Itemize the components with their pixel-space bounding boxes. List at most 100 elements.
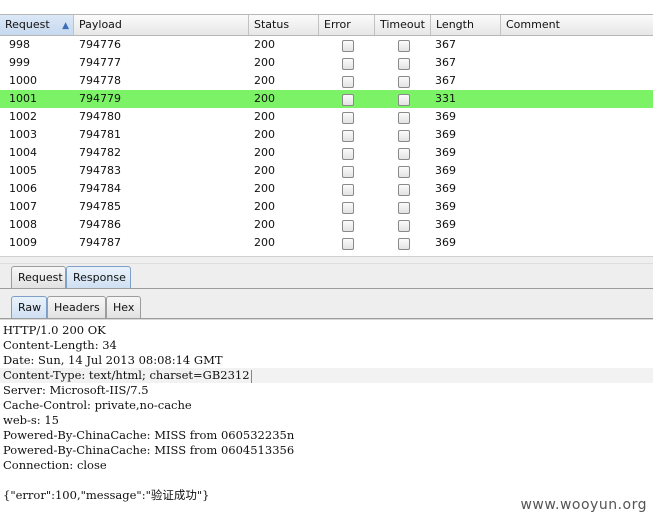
error-checkbox[interactable] bbox=[342, 220, 354, 232]
response-line: Server: Microsoft-IIS/7.5 bbox=[3, 383, 149, 397]
response-line: Date: Sun, 14 Jul 2013 08:08:14 GMT bbox=[3, 353, 223, 367]
cell-length: 369 bbox=[435, 200, 456, 213]
tab-hex[interactable]: Hex bbox=[106, 296, 141, 318]
column-header-request[interactable]: Request ▲ bbox=[0, 15, 74, 35]
pane-splitter[interactable] bbox=[0, 256, 653, 264]
column-header-status[interactable]: Status bbox=[249, 15, 319, 35]
tab-raw[interactable]: Raw bbox=[11, 296, 47, 318]
cell-status: 200 bbox=[254, 128, 275, 141]
column-header-payload[interactable]: Payload bbox=[74, 15, 249, 35]
cell-request: 1006 bbox=[9, 182, 37, 195]
timeout-checkbox[interactable] bbox=[398, 130, 410, 142]
error-checkbox[interactable] bbox=[342, 94, 354, 106]
column-header-timeout[interactable]: Timeout bbox=[375, 15, 431, 35]
timeout-checkbox[interactable] bbox=[398, 202, 410, 214]
table-row[interactable]: 1005 794783 200 369 bbox=[0, 162, 653, 180]
results-table[interactable]: Request ▲ Payload Status Error Timeout L… bbox=[0, 14, 653, 256]
cell-status: 200 bbox=[254, 236, 275, 249]
cell-length: 369 bbox=[435, 182, 456, 195]
tab-headers[interactable]: Headers bbox=[47, 296, 106, 318]
table-row[interactable]: 999 794777 200 367 bbox=[0, 54, 653, 72]
error-checkbox[interactable] bbox=[342, 112, 354, 124]
cell-status: 200 bbox=[254, 164, 275, 177]
cell-status: 200 bbox=[254, 146, 275, 159]
response-line: Powered-By-ChinaCache: MISS from 0605322… bbox=[3, 428, 295, 442]
cell-status: 200 bbox=[254, 38, 275, 51]
cell-request: 1009 bbox=[9, 236, 37, 249]
timeout-checkbox[interactable] bbox=[398, 40, 410, 52]
table-row[interactable]: 1002 794780 200 369 bbox=[0, 108, 653, 126]
cell-status: 200 bbox=[254, 92, 275, 105]
error-checkbox[interactable] bbox=[342, 238, 354, 250]
cell-length: 367 bbox=[435, 74, 456, 87]
table-row[interactable]: 1000 794778 200 367 bbox=[0, 72, 653, 90]
cell-payload: 794782 bbox=[79, 146, 121, 159]
cell-payload: 794779 bbox=[79, 92, 121, 105]
tab-request[interactable]: Request bbox=[11, 266, 66, 288]
error-checkbox[interactable] bbox=[342, 202, 354, 214]
cell-payload: 794786 bbox=[79, 218, 121, 231]
timeout-checkbox[interactable] bbox=[398, 148, 410, 160]
view-tabs: Raw Headers Hex bbox=[0, 293, 653, 319]
timeout-checkbox[interactable] bbox=[398, 166, 410, 178]
timeout-checkbox[interactable] bbox=[398, 238, 410, 250]
error-checkbox[interactable] bbox=[342, 40, 354, 52]
table-row-highlighted[interactable]: 1001 794779 200 331 bbox=[0, 90, 653, 108]
table-row[interactable]: 1006 794784 200 369 bbox=[0, 180, 653, 198]
table-body: 998 794776 200 367 999 794777 200 367 1000 794778… bbox=[0, 36, 653, 252]
response-line: web-s: 15 bbox=[3, 413, 59, 427]
watermark: www.wooyun.org bbox=[520, 497, 647, 513]
error-checkbox[interactable] bbox=[342, 166, 354, 178]
cell-payload: 794780 bbox=[79, 110, 121, 123]
cell-length: 367 bbox=[435, 56, 456, 69]
table-row[interactable]: 1007 794785 200 369 bbox=[0, 198, 653, 216]
cell-length: 331 bbox=[435, 92, 456, 105]
cell-status: 200 bbox=[254, 56, 275, 69]
tab-response[interactable]: Response bbox=[66, 266, 131, 288]
top-toolbar-strip bbox=[0, 0, 653, 15]
cell-payload: 794784 bbox=[79, 182, 121, 195]
timeout-checkbox[interactable] bbox=[398, 76, 410, 88]
cell-status: 200 bbox=[254, 74, 275, 87]
cell-request: 1008 bbox=[9, 218, 37, 231]
error-checkbox[interactable] bbox=[342, 148, 354, 160]
cell-request: 1002 bbox=[9, 110, 37, 123]
error-checkbox[interactable] bbox=[342, 76, 354, 88]
cell-request: 999 bbox=[9, 56, 30, 69]
timeout-checkbox[interactable] bbox=[398, 184, 410, 196]
cell-status: 200 bbox=[254, 218, 275, 231]
cell-status: 200 bbox=[254, 110, 275, 123]
timeout-checkbox[interactable] bbox=[398, 94, 410, 106]
table-row[interactable]: 1008 794786 200 369 bbox=[0, 216, 653, 234]
cell-length: 369 bbox=[435, 128, 456, 141]
error-checkbox[interactable] bbox=[342, 184, 354, 196]
column-header-comment[interactable]: Comment bbox=[501, 15, 653, 35]
message-tabs: Request Response bbox=[0, 264, 653, 289]
cell-payload: 794777 bbox=[79, 56, 121, 69]
timeout-checkbox[interactable] bbox=[398, 220, 410, 232]
timeout-checkbox[interactable] bbox=[398, 112, 410, 124]
column-header-error[interactable]: Error bbox=[319, 15, 375, 35]
response-raw-editor[interactable]: HTTP/1.0 200 OK Content-Length: 34 Date:… bbox=[0, 319, 653, 515]
cell-request: 1005 bbox=[9, 164, 37, 177]
cell-request: 1004 bbox=[9, 146, 37, 159]
timeout-checkbox[interactable] bbox=[398, 58, 410, 70]
cell-payload: 794781 bbox=[79, 128, 121, 141]
error-checkbox[interactable] bbox=[342, 58, 354, 70]
column-header-length[interactable]: Length bbox=[431, 15, 501, 35]
response-line: Connection: close bbox=[3, 458, 107, 472]
cell-length: 369 bbox=[435, 146, 456, 159]
error-checkbox[interactable] bbox=[342, 130, 354, 142]
table-header: Request ▲ Payload Status Error Timeout L… bbox=[0, 14, 653, 36]
table-row[interactable]: 1009 794787 200 369 bbox=[0, 234, 653, 252]
cell-request: 1003 bbox=[9, 128, 37, 141]
cell-length: 369 bbox=[435, 218, 456, 231]
response-line: Cache-Control: private,no-cache bbox=[3, 398, 192, 412]
cell-status: 200 bbox=[254, 200, 275, 213]
table-row[interactable]: 1003 794781 200 369 bbox=[0, 126, 653, 144]
text-caret bbox=[250, 369, 252, 383]
table-row[interactable]: 1004 794782 200 369 bbox=[0, 144, 653, 162]
sort-ascending-icon: ▲ bbox=[62, 21, 69, 31]
cell-payload: 794783 bbox=[79, 164, 121, 177]
table-row[interactable]: 998 794776 200 367 bbox=[0, 36, 653, 54]
